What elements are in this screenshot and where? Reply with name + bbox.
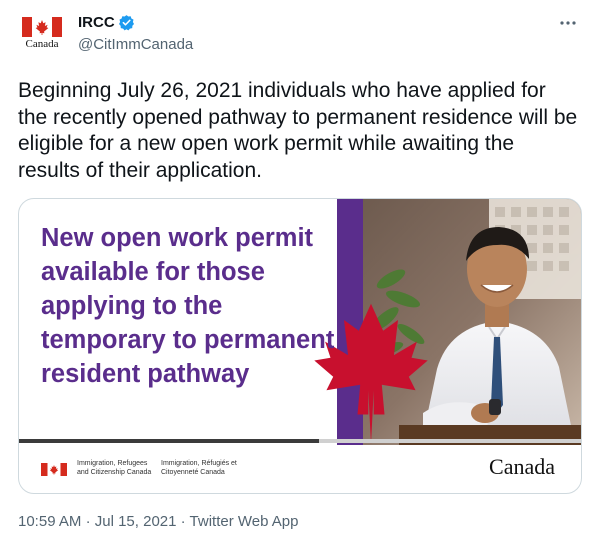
tweet-meta: 10:59 AM · Jul 15, 2021 · Twitter Web Ap… (18, 513, 299, 530)
department-name-fr: Immigration, Réfugiés et Citoyenneté Can… (161, 460, 237, 476)
tweet-client[interactable]: Twitter Web App (190, 513, 299, 530)
meta-separator: · (85, 513, 91, 530)
government-footer: Immigration, Refugees and Citizenship Ca… (19, 445, 581, 493)
tweet-time[interactable]: 10:59 AM (18, 513, 81, 530)
canada-wordmark: Canada (489, 454, 555, 479)
tweet-card: Canada IRCC @CitImmCanada Beginning July… (0, 0, 599, 547)
verified-badge-icon (118, 15, 134, 31)
avatar[interactable]: Canada (18, 14, 66, 62)
canada-flag-icon (22, 17, 62, 37)
department-name-en: Immigration, Refugees and Citizenship Ca… (77, 460, 152, 476)
avatar-wordmark: Canada (25, 38, 59, 50)
tweet-media[interactable]: New open work permit available for those… (18, 198, 582, 494)
tweet-date[interactable]: Jul 15, 2021 (95, 513, 177, 530)
media-headline: New open work permit available for those… (41, 224, 335, 388)
more-icon[interactable] (555, 10, 581, 36)
author-name-row[interactable]: IRCC (78, 14, 135, 31)
tweet-text: Beginning July 26, 2021 individuals who … (18, 79, 578, 182)
author-handle[interactable]: @CitImmCanada (78, 36, 193, 53)
display-name[interactable]: IRCC (78, 14, 115, 31)
meta-separator: · (180, 513, 186, 530)
canada-flag-icon (41, 463, 67, 476)
more-dots-icon (560, 21, 576, 25)
